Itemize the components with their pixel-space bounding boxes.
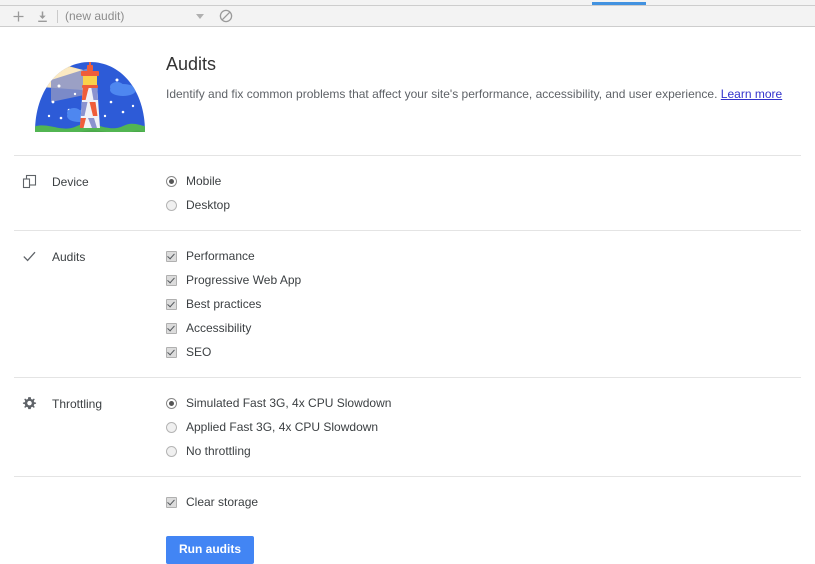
audit-option-pwa[interactable]: Progressive Web App [166,272,801,288]
add-audit-button[interactable] [6,7,30,26]
plus-icon [13,11,23,21]
throttling-section-label: Throttling [14,395,166,459]
device-options: Mobile Desktop [166,173,801,213]
throttling-option-simulated[interactable]: Simulated Fast 3G, 4x CPU Slowdown [166,395,801,411]
learn-more-link[interactable]: Learn more [721,87,782,101]
audit-option-best-practices-label: Best practices [186,297,262,311]
header-text: Audits Identify and fix common problems … [166,44,782,140]
page-description: Identify and fix common problems that af… [166,86,782,102]
audits-panel: Audits Identify and fix common problems … [0,28,815,564]
audit-option-best-practices[interactable]: Best practices [166,296,801,312]
storage-options: Clear storage Run audits [166,494,801,564]
audit-option-pwa-label: Progressive Web App [186,273,302,287]
throttling-options: Simulated Fast 3G, 4x CPU Slowdown Appli… [166,395,801,459]
device-section-label: Device [14,173,166,213]
audits-section: Audits Performance Progressive Web App B… [0,231,815,377]
audits-label: Audits [52,250,86,264]
device-option-desktop-label: Desktop [186,198,231,212]
import-audit-button[interactable] [30,7,54,26]
clear-storage-label: Clear storage [186,495,259,509]
audit-option-accessibility-label: Accessibility [186,321,252,335]
audit-option-seo[interactable]: SEO [166,344,801,360]
checkbox-seo[interactable] [166,346,177,358]
device-option-mobile[interactable]: Mobile [166,173,801,189]
run-audits-button[interactable]: Run audits [166,536,254,564]
radio-simulated-throttling[interactable] [166,397,177,409]
throttling-option-simulated-label: Simulated Fast 3G, 4x CPU Slowdown [186,396,392,410]
no-entry-icon [220,9,233,23]
toolbar-divider [57,9,58,23]
checkbox-best-practices[interactable] [166,298,177,310]
radio-mobile[interactable] [166,175,177,187]
page-description-text: Identify and fix common problems that af… [166,87,718,101]
throttling-section: Throttling Simulated Fast 3G, 4x CPU Slo… [0,378,815,476]
throttling-option-applied-label: Applied Fast 3G, 4x CPU Slowdown [186,420,379,434]
active-tab-indicator [592,2,646,5]
audit-select-value: (new audit) [65,9,125,23]
device-section: Device Mobile Desktop [0,156,815,230]
device-label: Device [52,175,89,189]
gear-icon [14,396,44,411]
radio-desktop[interactable] [166,199,177,211]
audits-toolbar: (new audit) [0,6,815,27]
download-icon [37,11,47,22]
logo-container [14,44,166,140]
throttling-label: Throttling [52,397,103,411]
checkbox-clear-storage[interactable] [166,496,177,508]
radio-no-throttling[interactable] [166,445,177,457]
checkbox-accessibility[interactable] [166,322,177,334]
audit-option-accessibility[interactable]: Accessibility [166,320,801,336]
checkbox-pwa[interactable] [166,274,177,286]
audits-section-label: Audits [14,248,166,360]
lighthouse-logo [35,62,145,132]
throttling-option-applied[interactable]: Applied Fast 3G, 4x CPU Slowdown [166,419,801,435]
checkbox-performance[interactable] [166,250,177,262]
audits-header: Audits Identify and fix common problems … [0,28,815,140]
device-option-mobile-label: Mobile [186,174,222,188]
devices-icon [14,174,44,189]
clear-all-button[interactable] [214,7,238,26]
audit-option-performance-label: Performance [186,249,255,263]
chevron-down-icon [196,13,205,19]
radio-applied-throttling[interactable] [166,421,177,433]
storage-section: Clear storage Run audits [0,477,815,564]
audit-select[interactable]: (new audit) [62,7,205,26]
check-icon [14,249,44,264]
audits-options: Performance Progressive Web App Best pra… [166,248,801,360]
page-title: Audits [166,54,217,74]
storage-section-label [14,494,166,564]
device-option-desktop[interactable]: Desktop [166,197,801,213]
clear-storage-option[interactable]: Clear storage [166,494,801,510]
audit-option-seo-label: SEO [186,345,212,359]
throttling-option-none-label: No throttling [186,444,251,458]
throttling-option-none[interactable]: No throttling [166,443,801,459]
audit-option-performance[interactable]: Performance [166,248,801,264]
